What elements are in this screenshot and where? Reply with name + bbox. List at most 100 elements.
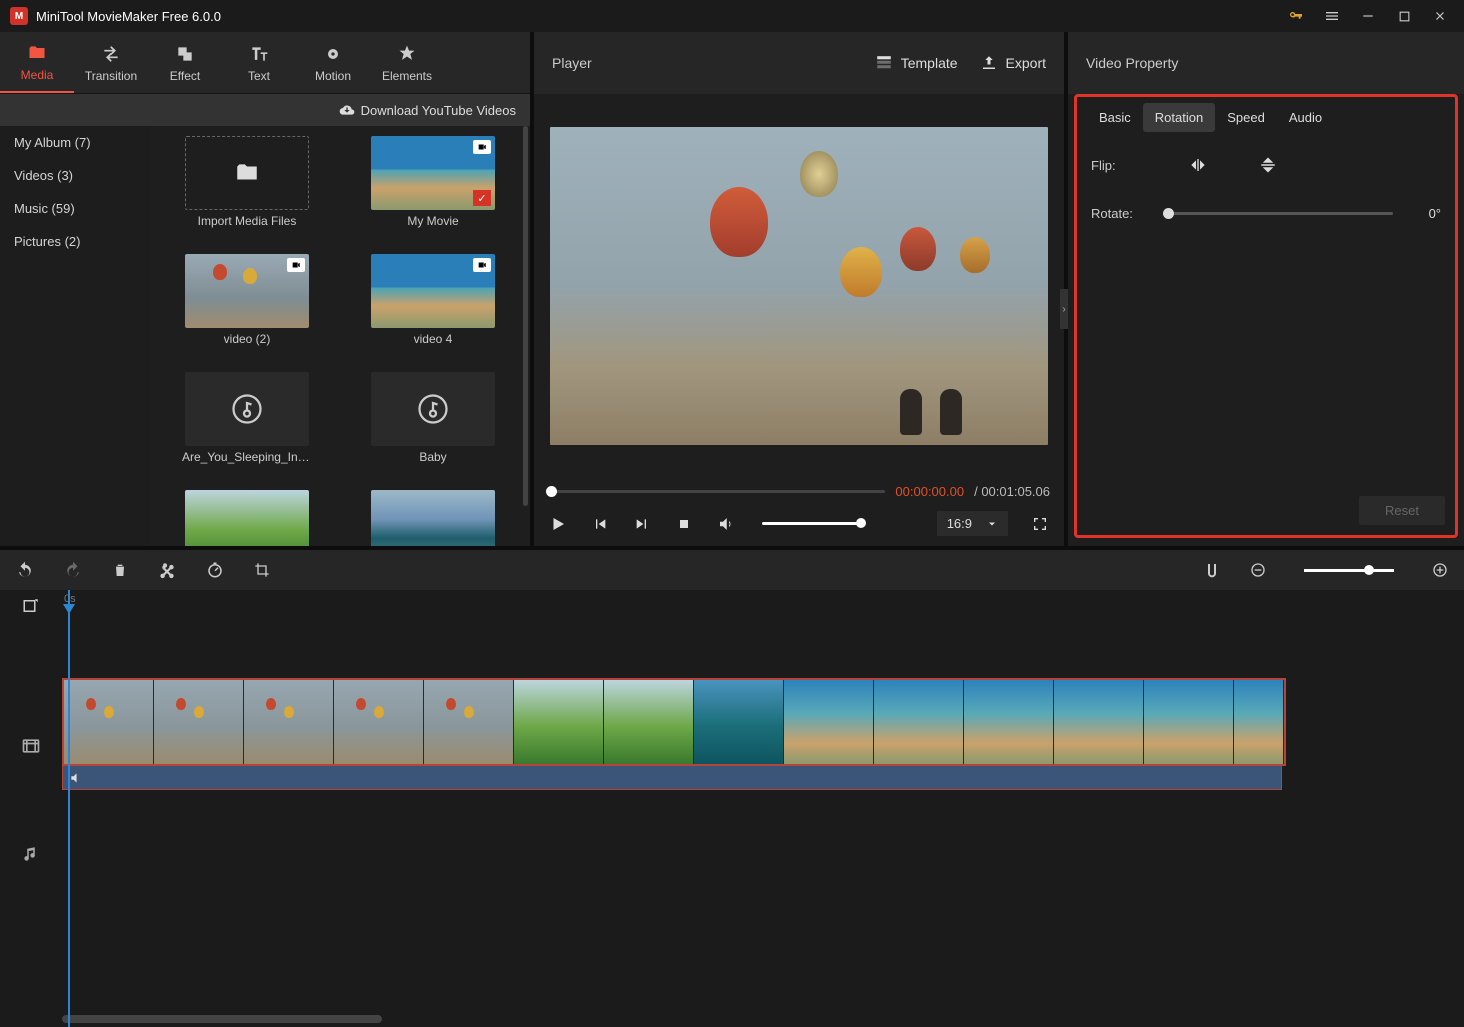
export-label: Export [1006, 55, 1046, 71]
timeline-clip[interactable] [334, 680, 424, 764]
media-item[interactable] [158, 490, 336, 546]
fullscreen-button[interactable] [1030, 514, 1050, 534]
volume-button[interactable] [716, 514, 736, 534]
video-clip-row[interactable] [62, 678, 1286, 766]
music-note-icon [229, 391, 265, 427]
folder-icon [26, 42, 48, 64]
tool-tabs: Media Transition Effect Text Motion Elem… [0, 32, 530, 94]
download-youtube-label: Download YouTube Videos [361, 103, 516, 118]
next-frame-button[interactable] [632, 514, 652, 534]
rotate-slider[interactable] [1163, 212, 1393, 215]
undo-button[interactable] [16, 561, 34, 579]
player-panel: Player Template Export 00:00:00. [534, 32, 1064, 546]
media-item[interactable]: Are_You_Sleeping_Instrumental [158, 372, 336, 480]
media-item-label: Import Media Files [198, 214, 297, 228]
media-item[interactable]: video 4 [344, 254, 522, 362]
timeline-tracks[interactable]: 0s [62, 590, 1464, 1027]
split-button[interactable] [158, 561, 176, 579]
seek-slider[interactable] [548, 490, 885, 493]
prev-frame-button[interactable] [590, 514, 610, 534]
volume-slider[interactable] [762, 522, 862, 525]
timeline-clip[interactable] [1234, 680, 1284, 764]
aspect-ratio-select[interactable]: 16:9 [937, 511, 1008, 536]
collapse-panel-button[interactable]: › [1060, 289, 1068, 329]
category-pictures[interactable]: Pictures (2) [0, 225, 150, 258]
flip-vertical-button[interactable] [1255, 154, 1281, 176]
import-media-button[interactable]: Import Media Files [158, 136, 336, 244]
zoom-out-button[interactable] [1250, 562, 1266, 578]
download-youtube-link[interactable]: Download YouTube Videos [339, 102, 516, 118]
tab-elements[interactable]: Elements [370, 32, 444, 93]
timeline-clip[interactable] [1054, 680, 1144, 764]
close-button[interactable] [1426, 2, 1454, 30]
snap-button[interactable] [1204, 562, 1220, 578]
maximize-button[interactable] [1390, 2, 1418, 30]
media-item[interactable]: Baby [344, 372, 522, 480]
prop-tab-speed[interactable]: Speed [1215, 103, 1277, 132]
timeline-scrollbar[interactable] [62, 1015, 382, 1023]
delete-button[interactable] [112, 562, 128, 578]
tab-text[interactable]: Text [222, 32, 296, 93]
media-item[interactable]: video (2) [158, 254, 336, 362]
media-item-label: Baby [419, 450, 446, 464]
media-panel: Media Transition Effect Text Motion Elem… [0, 32, 530, 546]
timeline-clip[interactable] [874, 680, 964, 764]
folder-plus-icon [234, 160, 260, 186]
reset-button[interactable]: Reset [1359, 496, 1445, 525]
media-item-label: My Movie [407, 214, 458, 228]
current-time: 00:00:00.00 [895, 484, 964, 499]
add-track-button[interactable] [0, 590, 62, 622]
flip-horizontal-button[interactable] [1185, 154, 1211, 176]
timeline-clip[interactable] [424, 680, 514, 764]
minimize-button[interactable] [1354, 2, 1382, 30]
media-categories: My Album (7) Videos (3) Music (59) Pictu… [0, 126, 150, 546]
tab-transition[interactable]: Transition [74, 32, 148, 93]
timeline-clip[interactable] [964, 680, 1054, 764]
timeline-clip[interactable] [154, 680, 244, 764]
speed-button[interactable] [206, 561, 224, 579]
timeline-clip[interactable] [784, 680, 874, 764]
timeline-clip[interactable] [694, 680, 784, 764]
media-grid: Import Media Files ✓ My Movie video (2) [150, 126, 530, 546]
timeline-clip[interactable] [244, 680, 334, 764]
export-button[interactable]: Export [980, 54, 1046, 72]
menu-icon[interactable] [1318, 2, 1346, 30]
tab-label: Media [21, 68, 54, 82]
player-title: Player [552, 55, 592, 71]
export-icon [980, 54, 998, 72]
prop-tab-audio[interactable]: Audio [1277, 103, 1334, 132]
tab-motion[interactable]: Motion [296, 32, 370, 93]
timeline-clip[interactable] [514, 680, 604, 764]
timeline-ruler[interactable]: 0s [62, 590, 1464, 612]
tab-media[interactable]: Media [0, 32, 74, 93]
tab-effect[interactable]: Effect [148, 32, 222, 93]
video-track-icon [0, 702, 62, 790]
category-videos[interactable]: Videos (3) [0, 159, 150, 192]
tab-label: Text [248, 69, 270, 83]
audio-clip-strip[interactable] [62, 766, 1282, 790]
video-badge-icon [287, 258, 305, 272]
prop-tab-basic[interactable]: Basic [1087, 103, 1143, 132]
playhead[interactable] [68, 590, 70, 1027]
key-icon[interactable] [1282, 2, 1310, 30]
prop-tab-rotation[interactable]: Rotation [1143, 103, 1215, 132]
app-title: MiniTool MovieMaker Free 6.0.0 [36, 9, 221, 24]
transition-icon [100, 43, 122, 65]
play-button[interactable] [548, 514, 568, 534]
stop-button[interactable] [674, 514, 694, 534]
category-music[interactable]: Music (59) [0, 192, 150, 225]
template-icon [875, 54, 893, 72]
zoom-in-button[interactable] [1432, 562, 1448, 578]
redo-button[interactable] [64, 561, 82, 579]
zoom-slider[interactable] [1304, 569, 1394, 572]
timeline-clip[interactable] [604, 680, 694, 764]
template-button[interactable]: Template [875, 54, 958, 72]
timeline-clip[interactable] [1144, 680, 1234, 764]
media-item[interactable]: ✓ My Movie [344, 136, 522, 244]
category-my-album[interactable]: My Album (7) [0, 126, 150, 159]
tab-label: Motion [315, 69, 351, 83]
timeline-clip[interactable] [64, 680, 154, 764]
video-badge-icon [473, 258, 491, 272]
media-item[interactable] [344, 490, 522, 546]
crop-button[interactable] [254, 562, 270, 578]
